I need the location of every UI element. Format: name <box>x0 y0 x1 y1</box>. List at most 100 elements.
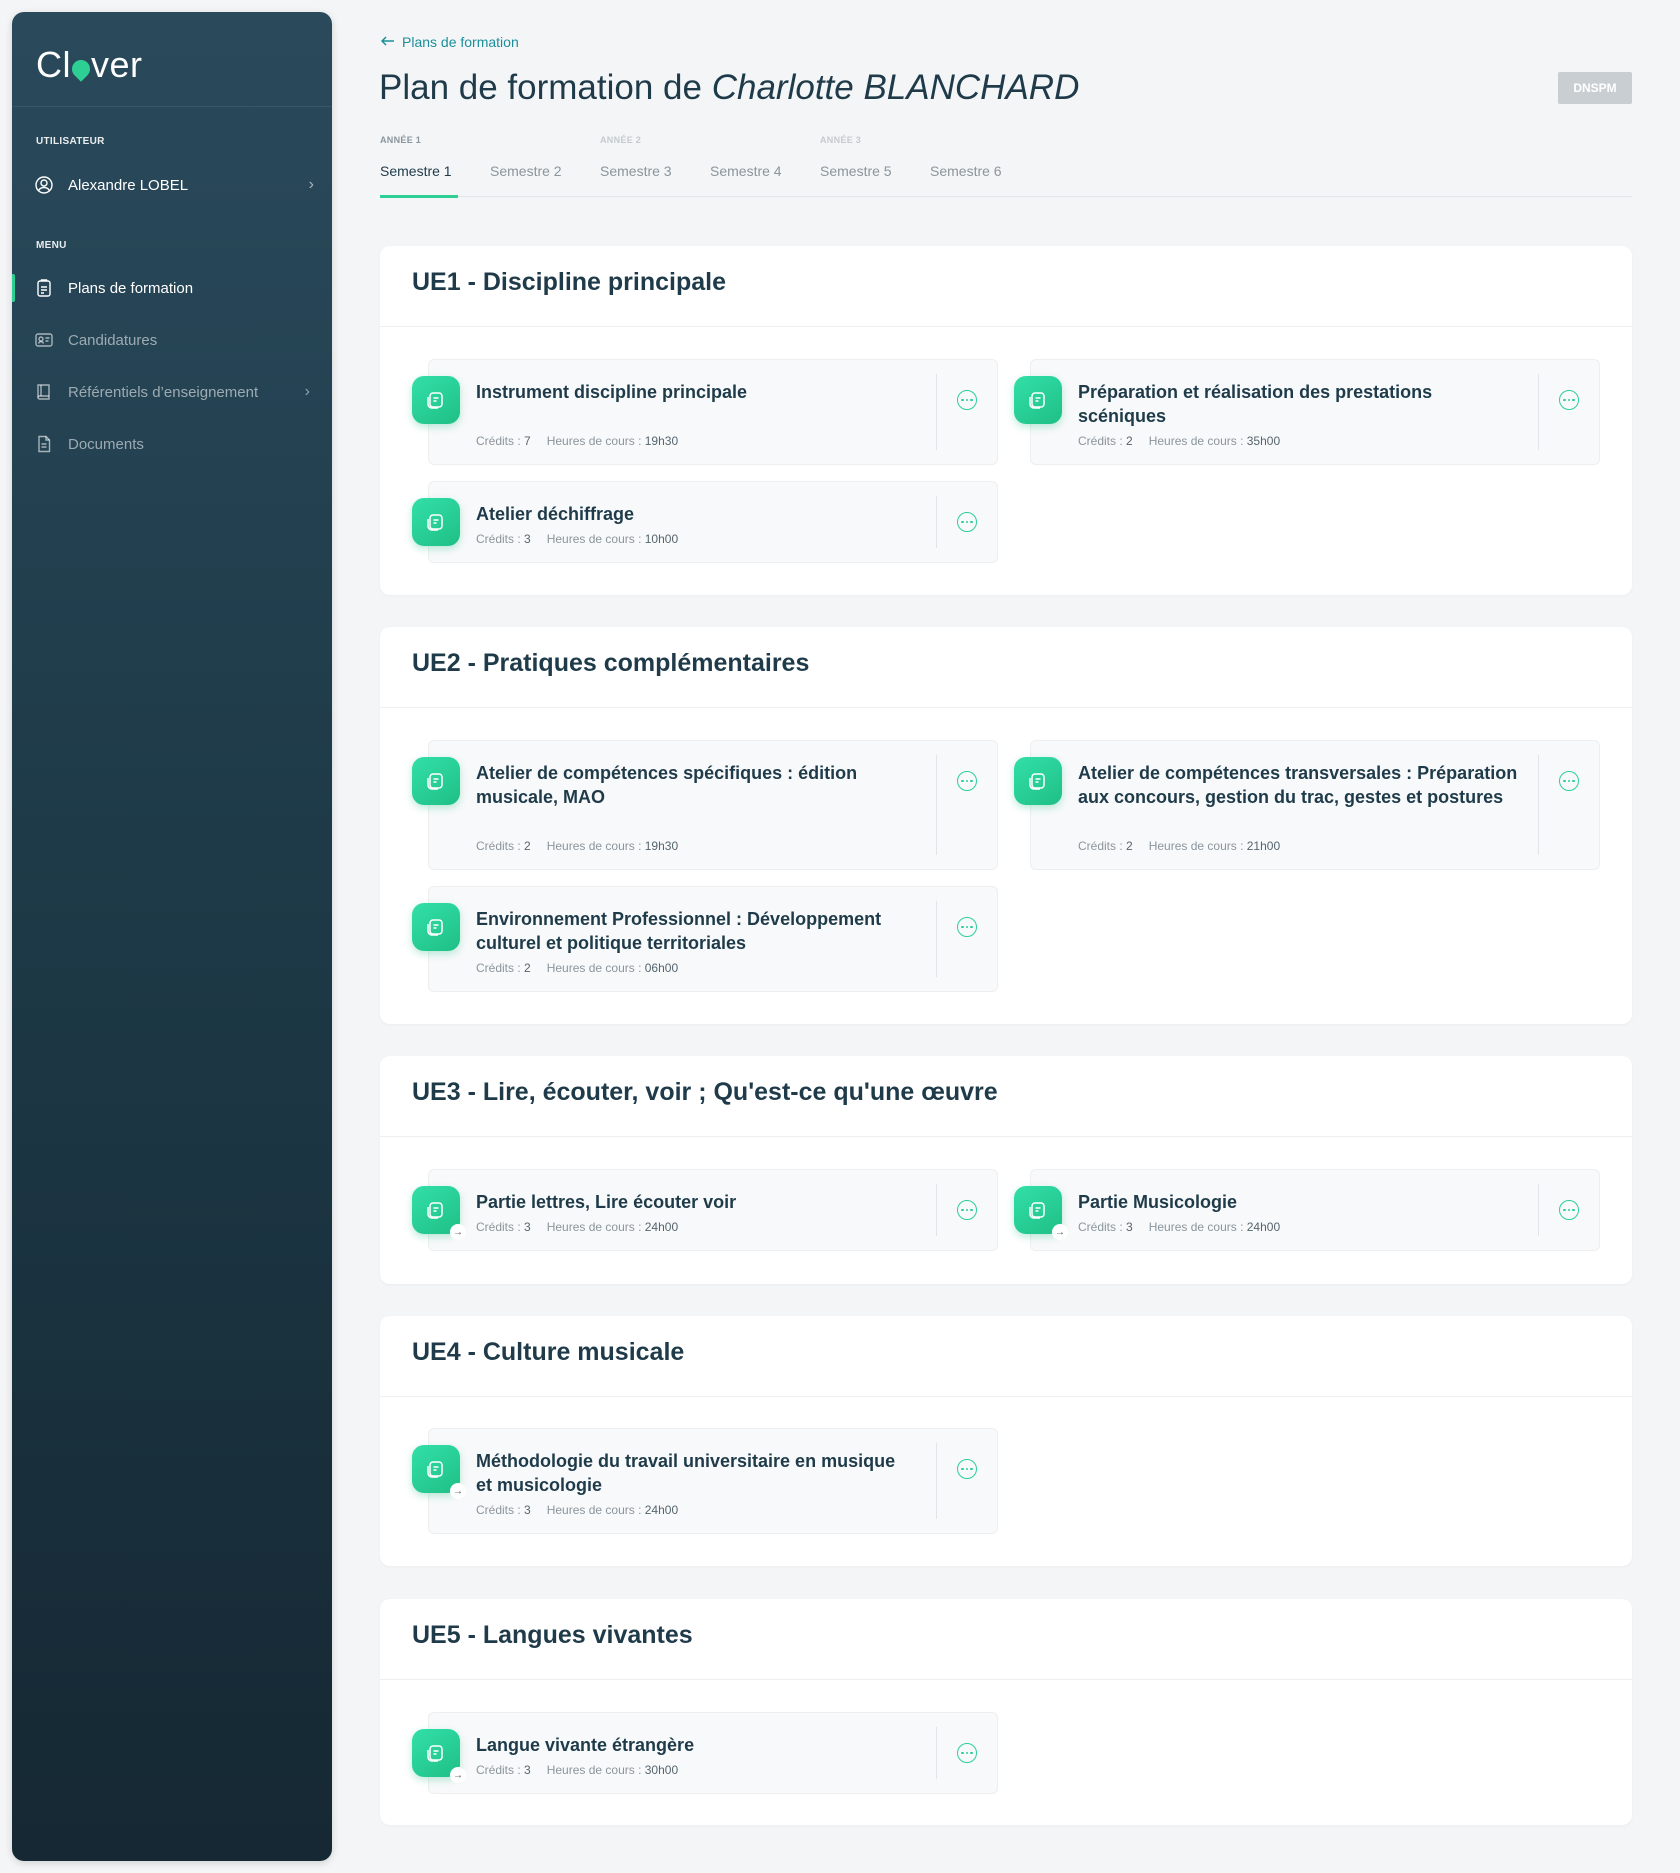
more-options-icon[interactable] <box>1559 1200 1579 1220</box>
tab-semestre-4[interactable]: Semestre 4 <box>710 163 782 179</box>
hours-label: Heures de cours : <box>546 1503 645 1517</box>
arrow-right-icon: → <box>450 1483 466 1499</box>
tab-semestre-6[interactable]: Semestre 6 <box>930 163 1002 179</box>
hours-label: Heures de cours : <box>546 1220 645 1234</box>
more-options-icon[interactable] <box>957 390 977 410</box>
more-options-icon[interactable] <box>957 1459 977 1479</box>
chevron-right-icon: › <box>304 383 310 400</box>
back-link[interactable]: Plans de formation <box>380 34 519 50</box>
user-menu[interactable]: Alexandre LOBEL › <box>34 170 314 200</box>
course-icon <box>412 903 460 951</box>
credits-value: 3 <box>1126 1220 1133 1234</box>
book-icon <box>34 382 54 402</box>
course-meta: Crédits : 7 Heures de cours : 19h30 <box>476 434 678 448</box>
sidebar-item-candidatures[interactable]: Candidatures <box>12 320 332 360</box>
hours-label: Heures de cours : <box>546 532 645 546</box>
course-icon: → <box>1014 1186 1068 1240</box>
logo-text-start: Cl <box>36 44 71 85</box>
credits-label: Crédits : <box>476 839 525 853</box>
hours-label: Heures de cours : <box>546 434 645 448</box>
credits-value: 3 <box>524 532 531 546</box>
course-meta: Crédits : 2 Heures de cours : 35h00 <box>1078 434 1280 448</box>
course-card[interactable]: → Partie Musicologie Crédits : 3 Heures d… <box>1014 1169 1600 1251</box>
course-card[interactable]: Préparation et réalisation des prestatio… <box>1014 359 1600 465</box>
tab-semestre-3[interactable]: Semestre 3 <box>600 163 672 179</box>
more-options-icon[interactable] <box>957 1743 977 1763</box>
course-divider <box>936 1727 937 1779</box>
ue-divider <box>380 1679 1632 1680</box>
hours-label: Heures de cours : <box>546 961 645 975</box>
course-meta: Crédits : 3 Heures de cours : 24h00 <box>476 1503 678 1517</box>
more-options-icon[interactable] <box>957 1200 977 1220</box>
ue-title: UE5 - Langues vivantes <box>412 1621 693 1649</box>
course-card[interactable]: Environnement Professionnel : Développem… <box>412 886 998 992</box>
more-options-icon[interactable] <box>1559 771 1579 791</box>
course-meta: Crédits : 2 Heures de cours : 06h00 <box>476 961 678 975</box>
ue-card: UE1 - Discipline principale Instrument d… <box>380 246 1632 595</box>
course-card[interactable]: → Partie lettres, Lire écouter voir Créd… <box>412 1169 998 1251</box>
course-title: Partie lettres, Lire écouter voir <box>476 1192 737 1212</box>
year-label-2: ANNÉE 2 <box>600 135 642 145</box>
sidebar-item-label: Plans de formation <box>68 279 194 297</box>
ue-divider <box>380 707 1632 708</box>
sidebar-item-documents[interactable]: Documents <box>12 424 332 464</box>
ue-card: UE2 - Pratiques complémentaires Atelier … <box>380 627 1632 1024</box>
course-card[interactable]: Atelier de compétences spécifiques : édi… <box>412 740 998 870</box>
credits-value: 2 <box>1126 434 1133 448</box>
tab-semestre-2[interactable]: Semestre 2 <box>490 163 562 179</box>
back-link-label: Plans de formation <box>402 34 519 50</box>
user-icon <box>34 175 54 195</box>
course-title: Instrument discipline principale <box>476 382 748 402</box>
tabs-divider <box>380 196 1632 197</box>
tab-semestre-1[interactable]: Semestre 1 <box>380 163 452 179</box>
course-icon: → <box>412 1186 466 1240</box>
course-title: Langue vivante étrangère <box>476 1735 695 1755</box>
course-card[interactable]: Atelier déchiffrage Crédits : 3 Heures de… <box>412 481 998 563</box>
course-card[interactable]: → Méthodologie du travail universitaire … <box>412 1428 998 1534</box>
course-meta: Crédits : 3 Heures de cours : 30h00 <box>476 1763 678 1777</box>
hours-label: Heures de cours : <box>1148 434 1247 448</box>
course-title: Atelier de compétences spécifiques : édi… <box>476 763 858 807</box>
course-divider <box>1538 1184 1539 1236</box>
more-options-icon[interactable] <box>1559 390 1579 410</box>
credits-label: Crédits : <box>476 434 525 448</box>
course-title: Méthodologie du travail universitaire en… <box>476 1451 896 1495</box>
credits-label: Crédits : <box>1078 839 1127 853</box>
more-options-icon[interactable] <box>957 512 977 532</box>
hours-value: 30h00 <box>644 1763 679 1777</box>
hours-label: Heures de cours : <box>1148 1220 1247 1234</box>
active-tab-indicator <box>380 195 458 198</box>
user-name: Alexandre LOBEL <box>68 176 189 194</box>
course-meta: Crédits : 2 Heures de cours : 21h00 <box>1078 839 1280 853</box>
hours-value: 24h00 <box>644 1220 679 1234</box>
credits-value: 3 <box>524 1763 531 1777</box>
credits-value: 2 <box>524 839 531 853</box>
credits-value: 2 <box>1126 839 1133 853</box>
more-options-icon[interactable] <box>957 771 977 791</box>
hours-value: 10h00 <box>644 532 679 546</box>
course-card[interactable]: Atelier de compétences transversales : P… <box>1014 740 1600 870</box>
ue-divider <box>380 1136 1632 1137</box>
logo-text-end: ver <box>91 44 143 85</box>
sidebar-item-plans-de-formation[interactable]: Plans de formation <box>12 268 332 308</box>
arrow-right-icon: → <box>1052 1224 1068 1240</box>
course-meta: Crédits : 3 Heures de cours : 24h00 <box>1078 1220 1280 1234</box>
document-icon <box>34 434 54 454</box>
course-divider <box>936 1443 937 1519</box>
course-icon <box>1014 376 1062 424</box>
hours-value: 24h00 <box>1246 1220 1281 1234</box>
course-meta: Crédits : 2 Heures de cours : 19h30 <box>476 839 678 853</box>
more-options-icon[interactable] <box>957 917 977 937</box>
page-title-prefix: Plan de formation de <box>379 68 712 107</box>
tab-semestre-5[interactable]: Semestre 5 <box>820 163 892 179</box>
credits-value: 3 <box>524 1220 531 1234</box>
course-card[interactable]: Instrument discipline principale Crédits… <box>412 359 998 465</box>
sidebar-item-referentiels[interactable]: Référentiels d’enseignement › <box>12 372 332 412</box>
menu-section-label: MENU <box>36 240 67 251</box>
course-card[interactable]: → Langue vivante étrangère Crédits : 3 He… <box>412 1712 998 1794</box>
sidebar-item-label: Référentiels d’enseignement <box>68 383 259 401</box>
hours-label: Heures de cours : <box>546 1763 645 1777</box>
hours-value: 19h30 <box>644 839 679 853</box>
page-title: Plan de formation de Charlotte BLANCHARD <box>379 68 1079 108</box>
clover-logo[interactable]: Cl ver <box>36 44 143 86</box>
